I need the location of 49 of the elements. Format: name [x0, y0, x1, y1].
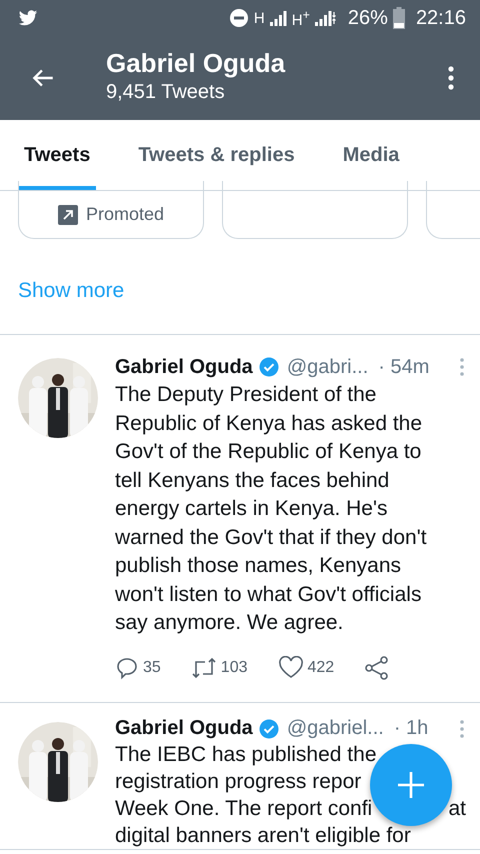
share-button[interactable]: [364, 654, 390, 680]
profile-name: Gabriel Oguda: [106, 47, 286, 79]
tweet-text: publish those names, Kenyans: [115, 553, 402, 579]
battery-percentage: 26%: [348, 6, 388, 30]
tweet-text: at: [448, 796, 466, 822]
user-name: Gabriel Oguda: [115, 717, 253, 740]
signal-icon: [314, 10, 337, 26]
retweet-button[interactable]: 103: [190, 656, 248, 678]
tweet-text: digital banners aren't eligible for: [115, 822, 411, 848]
share-icon: [364, 654, 390, 680]
tweet-menu-button[interactable]: [458, 720, 466, 738]
user-handle: @gabriel...: [286, 717, 384, 740]
heart-icon: [278, 656, 304, 680]
tweet-text: Week One. The report confi: [115, 796, 372, 822]
tweet-count: 9,451 Tweets: [106, 80, 226, 105]
tweet-text: The IEBC has published the: [115, 742, 376, 768]
promoted-label: Promoted: [86, 204, 164, 225]
signal-icon: [270, 10, 287, 26]
like-button[interactable]: 422: [278, 656, 334, 680]
clock: 22:16: [416, 6, 466, 30]
promoted-card[interactable]: Promoted: [18, 181, 204, 239]
plus-icon: [396, 770, 426, 800]
tweet-text: Gov't of the Republic of Kenya to: [115, 439, 422, 465]
do-not-disturb-icon: [228, 8, 249, 28]
network-type: H: [254, 10, 265, 26]
promoted-card[interactable]: [222, 181, 408, 239]
tab[interactable]: Media: [336, 120, 406, 190]
tab[interactable]: Tweets: [18, 120, 96, 190]
tweet-text: tell Kenyans the faces behind: [115, 468, 390, 494]
speech-bubble-icon: [115, 656, 139, 680]
tweet-text: warned the Gov't that if they don't: [115, 524, 427, 550]
user-name: Gabriel Oguda: [115, 356, 253, 378]
reply-button[interactable]: 35: [115, 656, 161, 680]
more-options-icon: [448, 66, 454, 90]
tweet-text: registration progress repor: [115, 768, 362, 794]
more-options-icon: [460, 720, 464, 738]
battery-icon: [392, 7, 405, 29]
tweet-time: · 54m: [378, 356, 430, 378]
network-type: H$^{+}$: [292, 8, 310, 28]
tweet-menu-button[interactable]: [458, 358, 466, 376]
tweet-text: say anymore. We agree.: [115, 610, 344, 636]
user-handle: @gabri...: [286, 356, 368, 378]
tweet-text: won't listen to what Gov't officials: [115, 582, 422, 608]
more-options-icon: [460, 358, 464, 376]
tweet-text: Republic of Kenya has asked the: [115, 410, 422, 436]
tweet-time: · 1h: [394, 717, 428, 740]
retweet-icon: [190, 656, 217, 678]
tweet-text: The Deputy President of the: [115, 382, 376, 408]
tweet-text: energy cartels in Kenya. He's: [115, 496, 388, 522]
